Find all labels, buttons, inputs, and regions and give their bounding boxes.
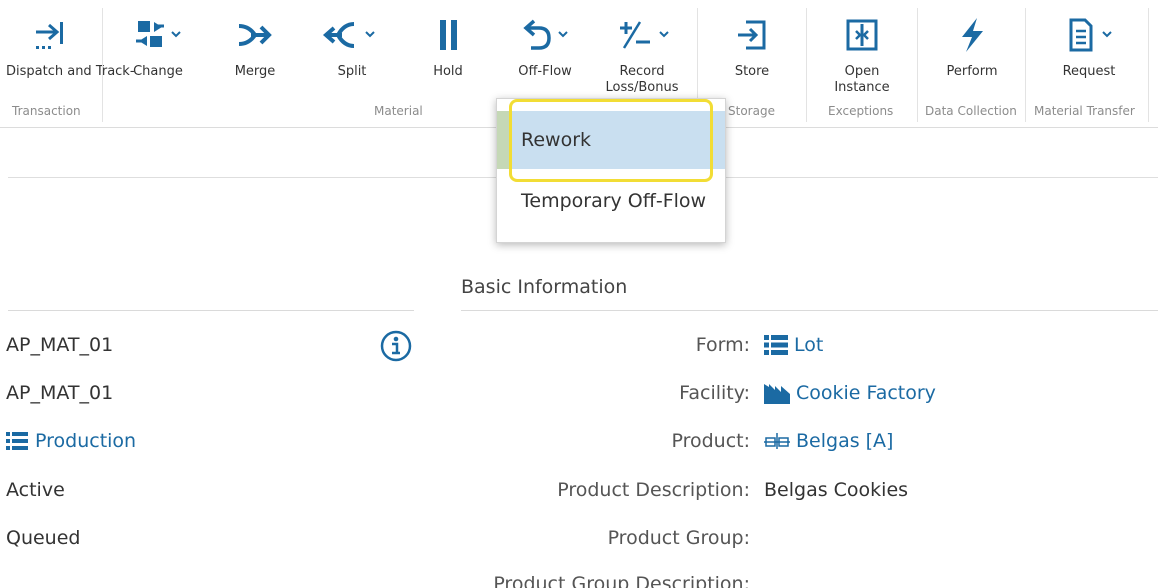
off-flow-button[interactable]: Off-Flow	[505, 10, 585, 80]
system-state-value: Active	[6, 479, 65, 501]
perform-label: Perform	[946, 64, 998, 79]
form-value: Lot	[794, 334, 824, 356]
group-label-material-transfer: Material Transfer	[1034, 104, 1135, 118]
product-value: Belgas [A]	[796, 430, 894, 452]
material-description-value: AP_MAT_01	[6, 382, 114, 404]
ribbon-separator	[102, 8, 103, 122]
change-label: Change	[133, 64, 183, 79]
dispatch-arrow-icon	[6, 10, 90, 60]
form-link[interactable]: Lot	[764, 334, 823, 356]
form-label: Form:	[695, 334, 750, 356]
undo-arrow-icon	[505, 10, 585, 60]
menu-item-rework[interactable]: Rework	[497, 111, 725, 169]
record-loss-bonus-button[interactable]: Record Loss/Bonus	[598, 10, 686, 96]
document-icon	[1050, 10, 1128, 60]
open-instance-label: Open Instance	[834, 64, 890, 95]
change-swap-icon	[118, 10, 198, 60]
split-label: Split	[337, 64, 367, 79]
ribbon-separator	[806, 8, 807, 122]
section-title-basic-information: Basic Information	[461, 276, 628, 298]
perform-button[interactable]: Perform	[934, 10, 1010, 80]
product-group-description-label: Product Group Description:	[493, 573, 750, 588]
record-loss-bonus-label: Record Loss/Bonus	[605, 64, 679, 95]
store-button[interactable]: Store	[720, 10, 784, 80]
change-button[interactable]: Change	[118, 10, 198, 80]
factory-icon	[764, 384, 790, 404]
menu-item-rework-label: Rework	[521, 129, 592, 151]
split-button[interactable]: Split	[312, 10, 392, 80]
facility-label: Facility:	[679, 382, 750, 404]
off-flow-label: Off-Flow	[518, 64, 572, 79]
process-state-value: Queued	[6, 527, 81, 549]
store-label: Store	[734, 64, 770, 79]
facility-link[interactable]: Cookie Factory	[764, 382, 936, 404]
type-label: Production	[35, 430, 137, 452]
ribbon-separator	[1025, 8, 1026, 122]
store-enter-icon	[720, 10, 784, 60]
product-description-value: Belgas Cookies	[764, 479, 909, 501]
dispatch-label: Dispatch and Track-	[6, 64, 135, 79]
merge-button[interactable]: Merge	[220, 10, 290, 80]
split-icon	[312, 10, 392, 60]
hold-label: Hold	[433, 64, 463, 79]
request-label: Request	[1062, 64, 1116, 79]
merge-label: Merge	[234, 64, 276, 79]
lightning-icon	[934, 10, 1010, 60]
open-instance-icon	[824, 10, 900, 60]
app-window: Dispatch and Track- Change Merge Split H…	[0, 0, 1158, 588]
merge-icon	[220, 10, 290, 60]
product-description-label: Product Description:	[557, 479, 750, 501]
list-icon	[6, 432, 28, 450]
group-label-storage: Storage	[728, 104, 775, 118]
menu-item-temporary-off-flow-label: Temporary Off-Flow	[521, 190, 707, 212]
facility-value: Cookie Factory	[796, 382, 936, 404]
info-icon[interactable]	[380, 330, 412, 362]
product-link[interactable]: Belgas [A]	[764, 430, 893, 452]
material-name-value: AP_MAT_01	[6, 334, 114, 356]
group-label-data-collection: Data Collection	[925, 104, 1017, 118]
off-flow-dropdown-menu: Rework Temporary Off-Flow	[496, 98, 726, 243]
menu-item-temporary-off-flow[interactable]: Temporary Off-Flow	[497, 172, 725, 230]
ribbon-separator	[1148, 8, 1149, 122]
group-label-material: Material	[374, 104, 423, 118]
product-group-label: Product Group:	[607, 527, 750, 549]
list-icon	[764, 335, 788, 355]
section-divider	[461, 310, 1158, 311]
hold-button[interactable]: Hold	[418, 10, 478, 80]
group-label-exceptions: Exceptions	[828, 104, 894, 118]
request-button[interactable]: Request	[1050, 10, 1128, 80]
ribbon-separator	[917, 8, 918, 122]
dispatch-button[interactable]: Dispatch and Track-	[6, 10, 135, 80]
type-link[interactable]: Production	[6, 430, 136, 452]
product-icon	[764, 433, 790, 449]
plus-minus-icon	[598, 10, 686, 60]
left-section-divider	[8, 310, 414, 311]
product-label: Product:	[671, 430, 750, 452]
pause-icon	[418, 10, 478, 60]
group-label-transaction: Transaction	[12, 104, 81, 118]
open-instance-button[interactable]: Open Instance	[824, 10, 900, 96]
